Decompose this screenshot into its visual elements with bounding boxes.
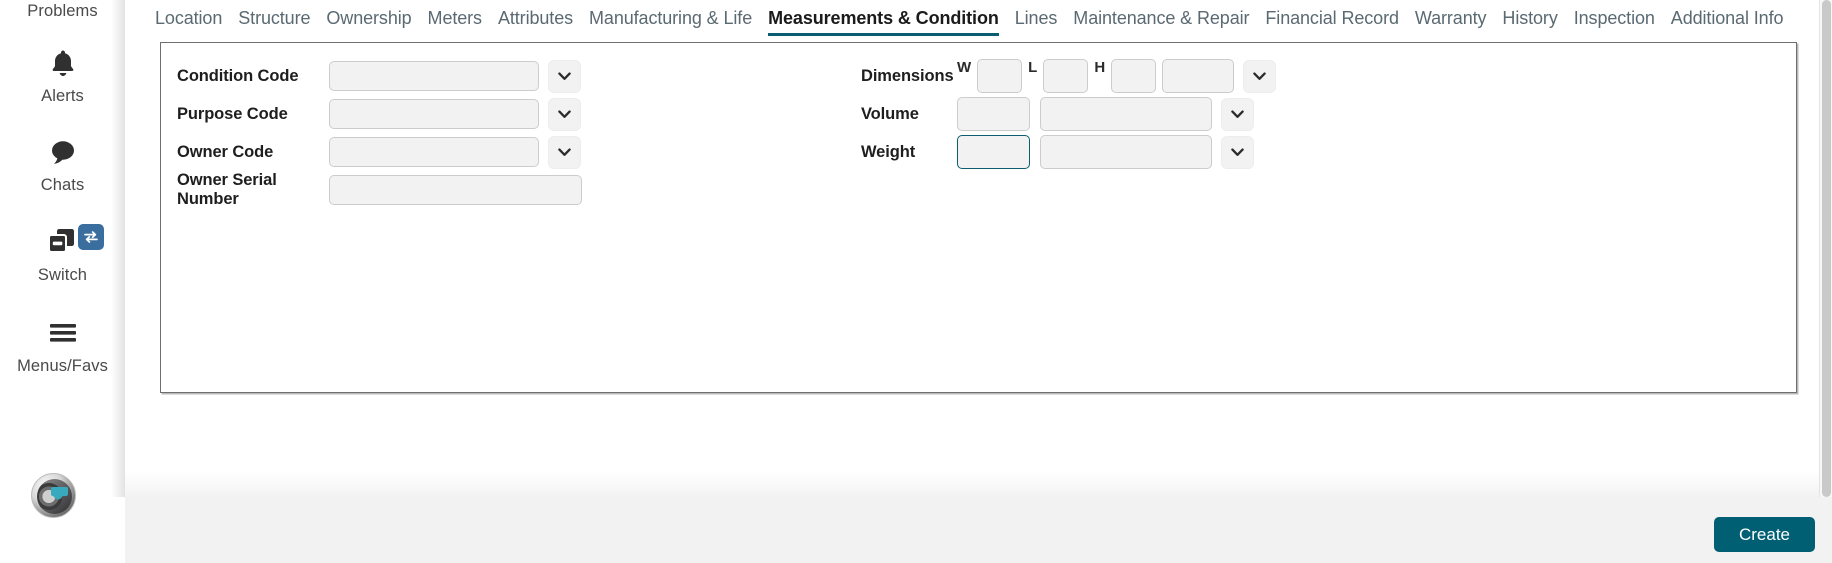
app-root: Problems Alerts Chats Switch Menus/Favs … — [0, 0, 1832, 563]
dimension-unit-chevron-down-icon[interactable] — [1243, 59, 1277, 93]
owner-serial-number-input[interactable] — [329, 175, 582, 205]
avatar-image — [31, 473, 76, 518]
field-row-condition-code: Condition Code — [177, 57, 582, 95]
rail-item-label: Menus/Favs — [17, 357, 108, 375]
tab-history[interactable]: History — [1502, 0, 1557, 36]
switch-windows-icon — [46, 222, 80, 262]
field-row-dimensions: Dimensions W L H — [861, 57, 1277, 95]
volume-unit-chevron-down-icon[interactable] — [1221, 97, 1254, 131]
tab-measurements-and-condition[interactable]: Measurements & Condition — [768, 0, 999, 36]
tab-meters[interactable]: Meters — [428, 0, 483, 36]
tab-ownership[interactable]: Ownership — [326, 0, 411, 36]
form-column-left: Condition Code Purpose Code Owner Code O… — [177, 57, 582, 209]
owner-code-chevron-down-icon[interactable] — [548, 135, 581, 169]
weight-label: Weight — [861, 142, 916, 161]
tab-maintenance-and-repair[interactable]: Maintenance & Repair — [1073, 0, 1249, 36]
swap-arrows-icon[interactable] — [78, 224, 104, 250]
rail-item-switch[interactable]: Switch — [0, 222, 125, 285]
rail-item-alerts[interactable]: Alerts — [0, 43, 125, 106]
main-content: Location Structure Ownership Meters Attr… — [125, 0, 1832, 563]
purpose-code-input[interactable] — [329, 99, 539, 129]
dimension-width-label: W — [957, 59, 972, 76]
condition-code-chevron-down-icon[interactable] — [548, 59, 581, 93]
rail-item-label: Chats — [40, 176, 85, 194]
volume-label: Volume — [861, 104, 919, 123]
tab-structure[interactable]: Structure — [238, 0, 310, 36]
dimension-length-input[interactable] — [1043, 59, 1089, 93]
scrollbar-thumb[interactable] — [1822, 0, 1831, 497]
field-row-volume: Volume — [861, 95, 1276, 133]
dimension-unit-input[interactable] — [1162, 59, 1235, 93]
tab-bar: Location Structure Ownership Meters Attr… — [125, 0, 1832, 44]
owner-serial-number-label: Owner Serial Number — [177, 171, 277, 208]
purpose-code-label: Purpose Code — [177, 104, 288, 123]
field-row-purpose-code: Purpose Code — [177, 95, 582, 133]
tab-additional-info[interactable]: Additional Info — [1671, 0, 1784, 36]
weight-unit-chevron-down-icon[interactable] — [1221, 135, 1254, 169]
volume-input[interactable] — [957, 97, 1030, 131]
volume-unit-input[interactable] — [1040, 97, 1212, 131]
bell-icon — [49, 43, 77, 83]
owner-code-label: Owner Code — [177, 142, 274, 161]
dimension-width-input[interactable] — [977, 59, 1023, 93]
create-button[interactable]: Create — [1714, 517, 1815, 552]
tab-lines[interactable]: Lines — [1015, 0, 1058, 36]
weight-unit-input[interactable] — [1040, 135, 1212, 169]
tab-warranty[interactable]: Warranty — [1415, 0, 1487, 36]
footer-fade — [125, 470, 1832, 497]
condition-code-input[interactable] — [329, 61, 539, 91]
dimension-height-label: H — [1094, 59, 1106, 76]
chat-bubble-icon — [48, 132, 78, 172]
rail-item-problems[interactable]: Problems — [0, 0, 125, 21]
owner-code-input[interactable] — [329, 137, 539, 167]
rail-item-label: Switch — [37, 266, 88, 284]
purpose-code-chevron-down-icon[interactable] — [548, 97, 581, 131]
tab-attributes[interactable]: Attributes — [498, 0, 573, 36]
vertical-scrollbar[interactable] — [1819, 0, 1832, 497]
tab-inspection[interactable]: Inspection — [1574, 0, 1655, 36]
hamburger-menu-icon — [48, 313, 78, 353]
tab-location[interactable]: Location — [155, 0, 222, 36]
footer-bar — [125, 497, 1832, 563]
tab-manufacturing-and-life[interactable]: Manufacturing & Life — [589, 0, 752, 36]
measurements-condition-panel: Condition Code Purpose Code Owner Code O… — [160, 42, 1797, 393]
dimension-length-label: L — [1028, 59, 1038, 76]
measurements-form: Condition Code Purpose Code Owner Code O… — [161, 43, 1796, 392]
form-column-right: Dimensions W L H Volume Weight — [861, 57, 1277, 171]
rail-item-label: Alerts — [41, 87, 84, 105]
rail-item-label: Problems — [27, 2, 98, 20]
rail-item-menus-favs[interactable]: Menus/Favs — [0, 313, 125, 376]
field-row-owner-serial-number: Owner Serial Number — [177, 171, 582, 209]
field-row-owner-code: Owner Code — [177, 133, 582, 171]
dimensions-label: Dimensions — [861, 66, 954, 85]
rail-item-chats[interactable]: Chats — [0, 132, 125, 195]
dimension-height-input[interactable] — [1111, 59, 1157, 93]
field-row-weight: Weight — [861, 133, 1276, 171]
left-rail: Problems Alerts Chats Switch Menus/Favs — [0, 0, 125, 563]
weight-input[interactable] — [957, 135, 1030, 169]
condition-code-label: Condition Code — [177, 66, 299, 85]
tab-financial-record[interactable]: Financial Record — [1265, 0, 1399, 36]
avatar[interactable] — [31, 473, 76, 518]
